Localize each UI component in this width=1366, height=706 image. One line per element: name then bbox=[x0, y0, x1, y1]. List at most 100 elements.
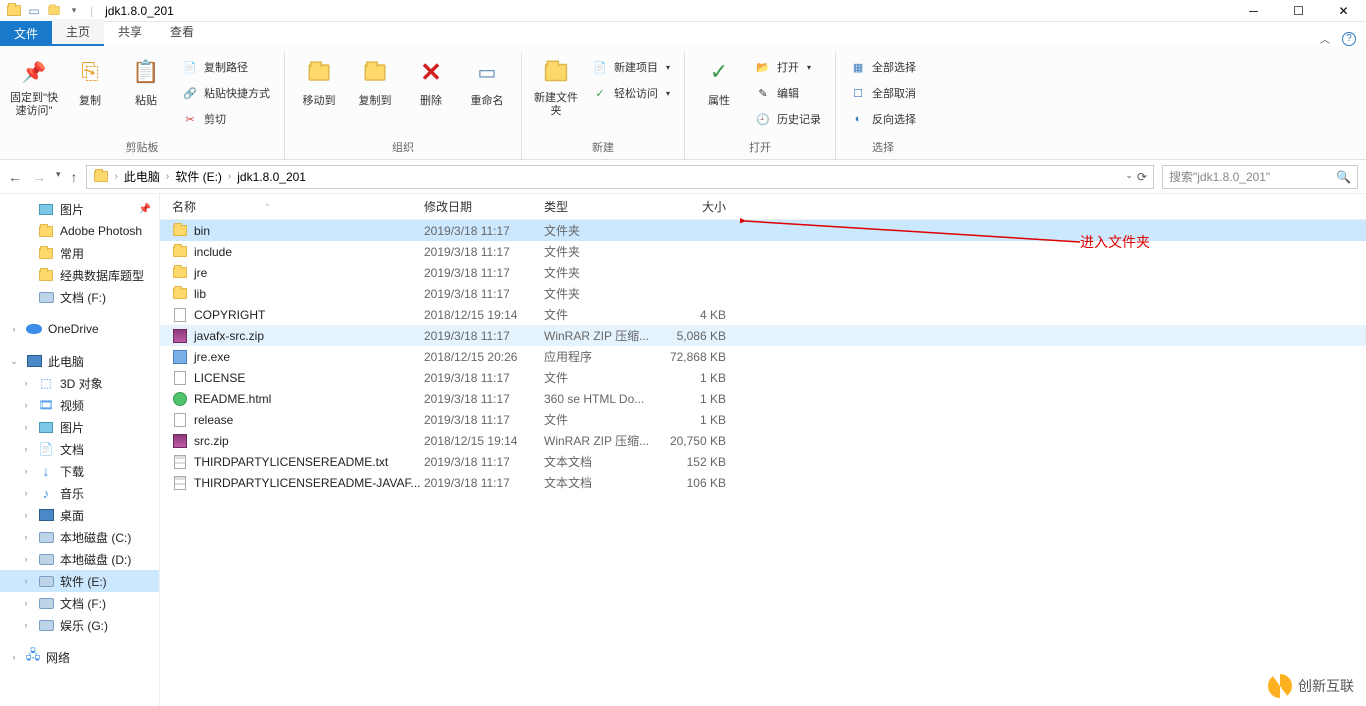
watermark: 创新互联 bbox=[1268, 674, 1354, 698]
sidebar-item-drive-d[interactable]: ›本地磁盘 (D:) bbox=[0, 548, 159, 570]
sidebar-item-common[interactable]: 常用 bbox=[0, 242, 159, 264]
minimize-button[interactable]: ─ bbox=[1231, 0, 1276, 22]
paste-shortcut-button[interactable]: 🔗粘贴快捷方式 bbox=[178, 82, 274, 104]
paste-button[interactable]: 📋 粘贴 bbox=[122, 52, 170, 108]
sidebar-item-docs-f2[interactable]: ›文档 (F:) bbox=[0, 592, 159, 614]
file-row[interactable]: bin2019/3/18 11:17文件夹 bbox=[160, 220, 1366, 241]
file-row[interactable]: README.html2019/3/18 11:17360 se HTML Do… bbox=[160, 388, 1366, 409]
pin-to-quick-access-button[interactable]: 📌 固定到"快速访问" bbox=[10, 52, 58, 118]
breadcrumb-folder[interactable]: jdk1.8.0_201 bbox=[237, 170, 306, 184]
pasteshortcut-icon: 🔗 bbox=[182, 85, 198, 101]
up-button[interactable]: ↑ bbox=[71, 169, 78, 185]
maximize-button[interactable]: ☐ bbox=[1276, 0, 1321, 22]
search-input[interactable]: 搜索"jdk1.8.0_201" 🔍 bbox=[1162, 165, 1358, 189]
qat-customize-icon[interactable]: ▾ bbox=[66, 3, 82, 19]
chevron-icon[interactable]: › bbox=[228, 171, 231, 182]
column-size[interactable]: 大小 bbox=[664, 198, 734, 215]
sidebar-item-network[interactable]: ›🖧网络 bbox=[0, 646, 159, 668]
file-row[interactable]: LICENSE2019/3/18 11:17文件1 KB bbox=[160, 367, 1366, 388]
delete-button[interactable]: ✕删除 bbox=[407, 52, 455, 108]
breadcrumb-drive[interactable]: 软件 (E:) bbox=[175, 168, 222, 185]
sidebar-item-ent-g[interactable]: ›娱乐 (G:) bbox=[0, 614, 159, 636]
select-all-button[interactable]: ▦全部选择 bbox=[846, 56, 920, 78]
qat-newfolder-icon[interactable] bbox=[46, 3, 62, 19]
sidebar-item-music[interactable]: ›♪音乐 bbox=[0, 482, 159, 504]
drive-icon bbox=[38, 551, 54, 567]
sidebar-item-onedrive[interactable]: ›OneDrive bbox=[0, 318, 159, 340]
tab-file[interactable]: 文件 bbox=[0, 21, 52, 46]
sidebar-item-desktop[interactable]: ›桌面 bbox=[0, 504, 159, 526]
recent-dropdown[interactable]: ▾ bbox=[56, 169, 61, 185]
desktop-icon bbox=[38, 507, 54, 523]
file-row[interactable]: include2019/3/18 11:17文件夹 bbox=[160, 241, 1366, 262]
open-button[interactable]: 📂打开▾ bbox=[751, 56, 825, 78]
copy-path-button[interactable]: 📄复制路径 bbox=[178, 56, 274, 78]
file-row[interactable]: jre.exe2018/12/15 20:26应用程序72,868 KB bbox=[160, 346, 1366, 367]
sidebar-item-3d[interactable]: ›⬚3D 对象 bbox=[0, 372, 159, 394]
sidebar-item-pictures2[interactable]: ›图片 bbox=[0, 416, 159, 438]
chevron-icon[interactable]: › bbox=[115, 171, 118, 182]
search-icon[interactable]: 🔍 bbox=[1336, 170, 1351, 184]
file-row[interactable]: COPYRIGHT2018/12/15 19:14文件4 KB bbox=[160, 304, 1366, 325]
file-row[interactable]: src.zip2018/12/15 19:14WinRAR ZIP 压缩...2… bbox=[160, 430, 1366, 451]
file-date: 2019/3/18 11:17 bbox=[424, 371, 544, 385]
tab-view[interactable]: 查看 bbox=[156, 19, 208, 46]
select-none-button[interactable]: ☐全部取消 bbox=[846, 82, 920, 104]
file-row[interactable]: lib2019/3/18 11:17文件夹 bbox=[160, 283, 1366, 304]
chevron-icon[interactable]: › bbox=[166, 171, 169, 182]
docs-icon: 📄 bbox=[38, 441, 54, 457]
file-date: 2018/12/15 19:14 bbox=[424, 308, 544, 322]
sidebar-item-drive-e[interactable]: ›软件 (E:) bbox=[0, 570, 159, 592]
move-to-button[interactable]: 移动到 bbox=[295, 52, 343, 108]
close-button[interactable]: ✕ bbox=[1321, 0, 1366, 22]
refresh-icon[interactable]: ⟳ bbox=[1137, 170, 1147, 184]
easy-access-button[interactable]: ✓轻松访问▾ bbox=[588, 82, 674, 104]
file-row[interactable]: javafx-src.zip2019/3/18 11:17WinRAR ZIP … bbox=[160, 325, 1366, 346]
sidebar-item-drive-c[interactable]: ›本地磁盘 (C:) bbox=[0, 526, 159, 548]
properties-button[interactable]: ✓属性 bbox=[695, 52, 743, 108]
copy-to-button[interactable]: 复制到 bbox=[351, 52, 399, 108]
column-name[interactable]: 名称ˆ bbox=[168, 198, 424, 215]
cut-button[interactable]: ✂剪切 bbox=[178, 108, 274, 130]
file-row[interactable]: jre2019/3/18 11:17文件夹 bbox=[160, 262, 1366, 283]
newfolder-icon bbox=[540, 56, 572, 88]
sidebar-item-downloads[interactable]: ›↓下载 bbox=[0, 460, 159, 482]
sidebar-item-docs[interactable]: ›📄文档 bbox=[0, 438, 159, 460]
file-icon bbox=[172, 307, 188, 323]
breadcrumb-thispc[interactable]: 此电脑 bbox=[124, 168, 160, 185]
column-headers[interactable]: 名称ˆ 修改日期 类型 大小 bbox=[160, 194, 1366, 220]
tab-home[interactable]: 主页 bbox=[52, 19, 104, 46]
new-item-button[interactable]: 📄新建项目▾ bbox=[588, 56, 674, 78]
invert-selection-button[interactable]: ◐反向选择 bbox=[846, 108, 920, 130]
tab-share[interactable]: 共享 bbox=[104, 19, 156, 46]
column-date[interactable]: 修改日期 bbox=[424, 198, 544, 215]
pictures-icon bbox=[38, 419, 54, 435]
sidebar-item-docs-f[interactable]: 文档 (F:) bbox=[0, 286, 159, 308]
ribbon-collapse-icon[interactable]: ︿ bbox=[1320, 31, 1330, 46]
forward-button[interactable]: → bbox=[32, 169, 46, 185]
help-icon[interactable]: ? bbox=[1342, 32, 1356, 46]
history-button[interactable]: 🕘历史记录 bbox=[751, 108, 825, 130]
easyaccess-icon: ✓ bbox=[592, 85, 608, 101]
navigation-pane[interactable]: 图片📌 Adobe Photosh 常用 经典数据库题型 文档 (F:) ›On… bbox=[0, 194, 160, 706]
group-open-label: 打开 bbox=[695, 139, 825, 159]
qat-properties-icon[interactable]: ▭ bbox=[26, 3, 42, 19]
sidebar-item-dbmodel[interactable]: 经典数据库题型 bbox=[0, 264, 159, 286]
sidebar-item-adobe[interactable]: Adobe Photosh bbox=[0, 220, 159, 242]
file-row[interactable]: release2019/3/18 11:17文件1 KB bbox=[160, 409, 1366, 430]
window-title: jdk1.8.0_201 bbox=[105, 4, 174, 18]
file-row[interactable]: THIRDPARTYLICENSEREADME.txt2019/3/18 11:… bbox=[160, 451, 1366, 472]
copy-button[interactable]: ⎘ 复制 bbox=[66, 52, 114, 108]
sidebar-item-videos[interactable]: ›🎞视频 bbox=[0, 394, 159, 416]
back-button[interactable]: ← bbox=[8, 169, 22, 185]
rename-button[interactable]: ▭重命名 bbox=[463, 52, 511, 108]
file-row[interactable]: THIRDPARTYLICENSEREADME-JAVAF...2019/3/1… bbox=[160, 472, 1366, 493]
edit-button[interactable]: ✎编辑 bbox=[751, 82, 825, 104]
column-type[interactable]: 类型 bbox=[544, 198, 664, 215]
address-dropdown-icon[interactable]: ⌄ bbox=[1125, 170, 1133, 184]
address-bar[interactable]: › 此电脑 › 软件 (E:) › jdk1.8.0_201 ⌄ ⟳ bbox=[86, 165, 1154, 189]
sidebar-item-pictures[interactable]: 图片📌 bbox=[0, 198, 159, 220]
new-folder-button[interactable]: 新建文件夹 bbox=[532, 52, 580, 118]
folder-icon bbox=[38, 245, 54, 261]
sidebar-item-thispc[interactable]: ⌄此电脑 bbox=[0, 350, 159, 372]
